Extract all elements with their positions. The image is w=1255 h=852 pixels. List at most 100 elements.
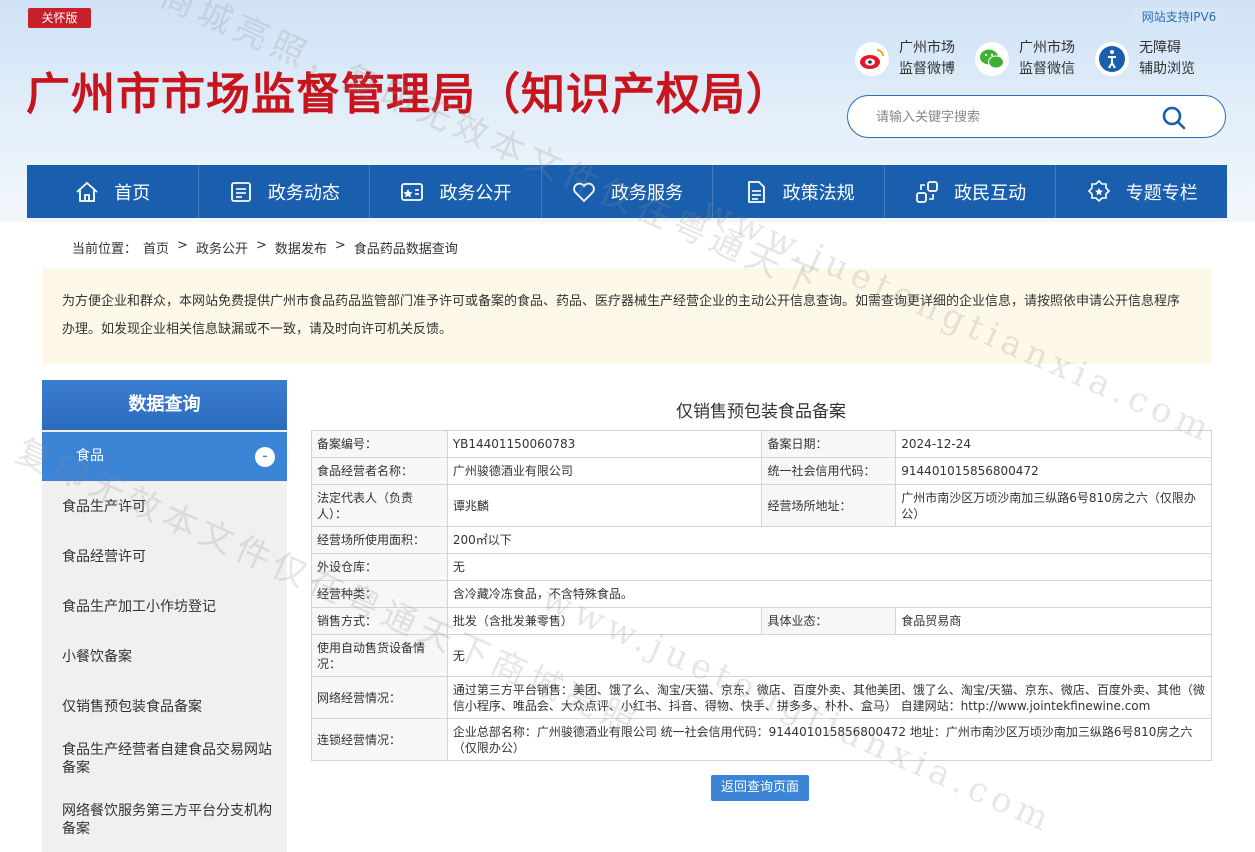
record-title: 仅销售预包装食品备案 — [676, 402, 846, 422]
weibo-icon — [855, 42, 889, 76]
news-icon — [230, 181, 251, 202]
nav-label-service: 政务服务 — [611, 182, 684, 204]
sidebar-item[interactable]: 食品经营许可 — [62, 548, 272, 566]
breadcrumb-item[interactable]: 政务公开 — [196, 238, 248, 257]
nav-item-home[interactable]: 首页 — [27, 165, 199, 218]
field-label: 备案编号： — [311, 430, 448, 458]
field-label: 连锁经营情况： — [311, 718, 448, 761]
breadcrumb-item[interactable]: 首页 — [143, 238, 169, 257]
care-mode-button[interactable]: 关怀版 — [28, 8, 91, 28]
field-value: 广州市南沙区万顷沙南加三纵路6号810房之六（仅限办公） — [895, 484, 1212, 527]
table-row: 外设仓库： 无 — [311, 553, 1213, 581]
accessibility-label-2: 辅助浏览 — [1139, 61, 1195, 77]
heart-icon — [573, 182, 595, 202]
table-row: 食品经营者名称： 广州骏德酒业有限公司 统一社会信用代码： 9144010158… — [311, 457, 1212, 485]
field-value: 谭兆麟 — [446, 484, 763, 527]
field-label: 食品经营者名称： — [311, 457, 448, 485]
notice-text: 为方便企业和群众，本网站免费提供广州市食品药品监管部门准予许可或备案的食品、药品… — [42, 268, 1212, 364]
sidebar: 数据查询 食品 - 食品生产许可 食品经营许可 食品生产加工小作坊登记 小餐饮备… — [42, 380, 287, 852]
nav-item-interact[interactable]: 政民互动 — [885, 165, 1057, 218]
nav-label-interact: 政民互动 — [954, 182, 1027, 204]
weibo-label-2: 监督微博 — [899, 61, 955, 77]
table-row: 法定代表人（负责人）： 谭兆麟 经营场所地址： 广州市南沙区万顷沙南加三纵路6号… — [311, 484, 1212, 527]
wechat-link[interactable]: 广州市场 监督微信 — [975, 38, 1083, 80]
nav-label-special: 专题专栏 — [1125, 182, 1198, 204]
field-value: 企业总部名称：广州骏德酒业有限公司 统一社会信用代码：9144010158568… — [446, 718, 1213, 761]
nav-label-open: 政务公开 — [439, 182, 512, 204]
open-icon — [401, 182, 424, 201]
collapse-icon[interactable]: - — [255, 447, 275, 467]
field-label: 备案日期： — [761, 430, 897, 458]
field-label: 经营场所使用面积： — [311, 526, 448, 554]
search-icon[interactable] — [1160, 104, 1188, 132]
field-label: 经营场所地址： — [761, 484, 897, 527]
weibo-link[interactable]: 广州市场 监督微博 — [855, 38, 963, 80]
field-value: 200㎡以下 — [446, 526, 1213, 554]
ipv6-badge: 网站支持IPV6 — [1133, 7, 1225, 27]
document-icon — [747, 180, 765, 203]
sidebar-item[interactable]: 网络餐饮服务第三方平台分支机构备案 — [62, 802, 272, 838]
nav-label-home: 首页 — [114, 182, 151, 204]
nav-label-policy: 政策法规 — [782, 182, 855, 204]
field-label: 统一社会信用代码： — [761, 457, 897, 485]
field-value: YB14401150060783 — [446, 430, 763, 458]
table-row: 销售方式： 批发（含批发兼零售） 具体业态： 食品贸易商 — [311, 607, 1212, 635]
wechat-icon — [975, 42, 1009, 76]
wechat-label-1: 广州市场 — [1019, 40, 1075, 56]
field-label: 经营种类： — [311, 580, 448, 608]
table-row: 经营场所使用面积： 200㎡以下 — [311, 526, 1213, 554]
wechat-label-2: 监督微信 — [1019, 61, 1075, 77]
weibo-label-1: 广州市场 — [899, 40, 955, 56]
back-to-search-button[interactable]: 返回查询页面 — [711, 775, 809, 801]
breadcrumb-item[interactable]: 食品药品数据查询 — [354, 238, 458, 257]
field-value: 2024-12-24 — [895, 430, 1212, 458]
sidebar-item[interactable]: 食品生产加工小作坊登记 — [62, 598, 272, 616]
sidebar-item[interactable]: 食品生产经营者自建食品交易网站备案 — [62, 741, 272, 777]
badge-icon — [1087, 179, 1110, 202]
nav-item-open[interactable]: 政务公开 — [370, 165, 542, 218]
table-row: 连锁经营情况： 企业总部名称：广州骏德酒业有限公司 统一社会信用代码：91440… — [311, 718, 1213, 761]
sidebar-active-label: 食品 — [76, 448, 104, 464]
table-row: 网络经营情况： 通过第三方平台销售：美团、饿了么、淘宝/天猫、京东、微店、百度外… — [311, 676, 1213, 719]
field-value: 无 — [446, 634, 1213, 677]
nav-item-service[interactable]: 政务服务 — [542, 165, 714, 218]
nav-label-news: 政务动态 — [267, 182, 340, 204]
main-nav: 首页 政务动态 政务公开 政务服务 政策法规 政民互动 专题专栏 — [27, 165, 1227, 218]
field-value: 91440101585680047​2 — [895, 457, 1212, 485]
accessibility-label-1: 无障碍 — [1139, 40, 1181, 56]
site-title[interactable]: 广州市市场监督管理局（知识产权局） — [26, 58, 791, 122]
interact-icon — [916, 180, 939, 203]
field-label: 外设仓库： — [311, 553, 448, 581]
sidebar-title: 数据查询 — [42, 380, 287, 430]
table-row: 经营种类： 含冷藏冷冻食品，不含特殊食品。 — [311, 580, 1213, 608]
sidebar-item-food[interactable]: 食品 - — [42, 432, 287, 481]
nav-item-news[interactable]: 政务动态 — [199, 165, 371, 218]
search-box — [847, 95, 1226, 138]
field-value: 无 — [446, 553, 1213, 581]
home-icon — [76, 181, 98, 202]
table-row: 备案编号： YB14401150060783 备案日期： 2024-12-24 — [311, 430, 1212, 458]
search-input[interactable] — [876, 106, 1156, 128]
field-label: 销售方式： — [311, 607, 448, 635]
field-value: 食品贸易商 — [895, 607, 1212, 635]
field-label: 使用自动售货设备情况： — [311, 634, 448, 677]
field-label: 网络经营情况： — [311, 676, 448, 719]
sidebar-item[interactable]: 食品生产许可 — [62, 498, 272, 516]
breadcrumb: 当前位置： 首页 > 政务公开 > 数据发布 > 食品药品数据查询 — [72, 238, 458, 257]
sidebar-item[interactable]: 仅销售预包装食品备案 — [62, 698, 272, 716]
field-value: 批发（含批发兼零售） — [446, 607, 763, 635]
accessibility-link[interactable]: 无障碍 辅助浏览 — [1095, 38, 1203, 80]
field-value: 含冷藏冷冻食品，不含特殊食品。 — [446, 580, 1213, 608]
accessibility-icon — [1095, 42, 1129, 76]
table-row: 使用自动售货设备情况： 无 — [311, 634, 1213, 677]
nav-item-policy[interactable]: 政策法规 — [713, 165, 885, 218]
sidebar-item[interactable]: 小餐饮备案 — [62, 648, 272, 666]
field-label: 法定代表人（负责人）： — [311, 484, 448, 527]
breadcrumb-item[interactable]: 数据发布 — [275, 238, 327, 257]
breadcrumb-prefix: 当前位置： — [72, 242, 138, 257]
record-table: 备案编号： YB14401150060783 备案日期： 2024-12-24 … — [311, 430, 1213, 761]
field-label: 具体业态： — [761, 607, 897, 635]
field-value: 通过第三方平台销售：美团、饿了么、淘宝/天猫、京东、微店、百度外卖、其他美团、饿… — [446, 676, 1213, 719]
field-value: 广州骏德酒业有限公司 — [446, 457, 763, 485]
nav-item-special[interactable]: 专题专栏 — [1056, 165, 1227, 218]
